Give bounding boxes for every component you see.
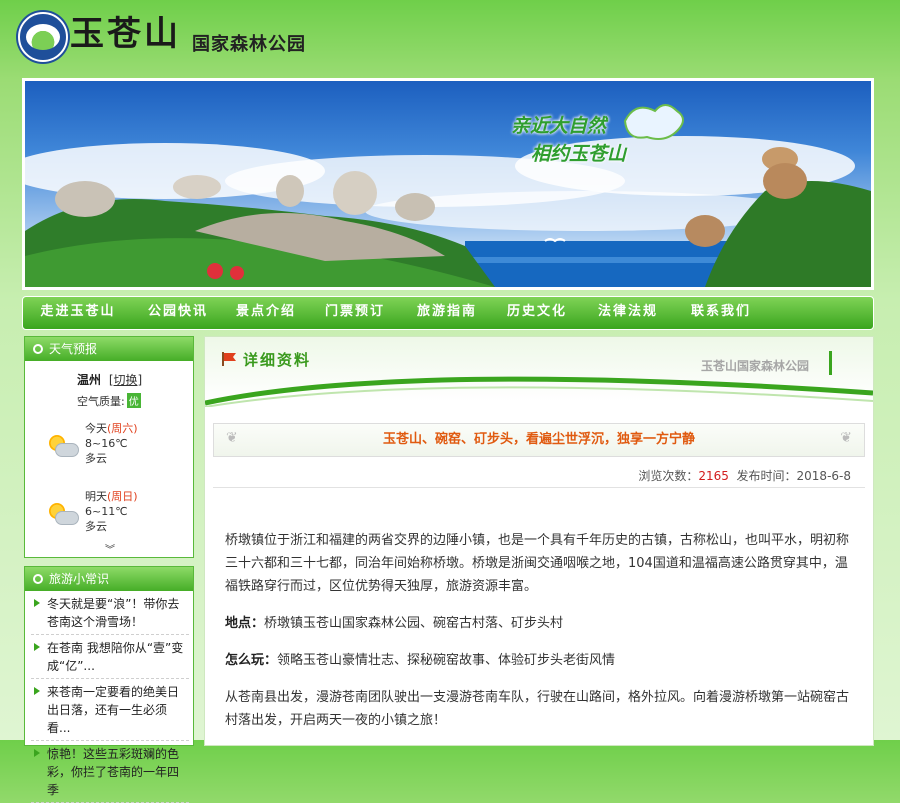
detail-panel: 详细资料 玉苍山国家森林公园 ❦ 玉苍山、碗窑、矴步头，看遍尘世浮沉，独享一方宁…: [204, 336, 874, 746]
air-quality-badge: 优: [126, 393, 141, 408]
landscape-illustration: [25, 104, 871, 287]
flag-icon: [222, 352, 236, 366]
decorative-curve: [205, 376, 873, 407]
weather-header: 天气预报: [25, 337, 193, 361]
air-quality-label: 空气质量:: [77, 395, 125, 408]
list-item[interactable]: 惊艳！这些五彩斑斓的色彩，你拦了苍南的一年四季: [31, 741, 189, 803]
paragraph-route: 从苍南县出发，漫游苍南团队驶出一支漫游苍南车队，行驶在山路间，格外拉风。向着漫游…: [225, 690, 850, 728]
arrow-right-icon: [34, 643, 40, 651]
nav-item-history[interactable]: 历史文化: [493, 296, 581, 330]
divider: [213, 487, 865, 488]
nav-item-contact[interactable]: 联系我们: [675, 296, 767, 330]
partly-cloudy-icon: [49, 503, 79, 529]
nav-item-news[interactable]: 公园快讯: [133, 296, 223, 330]
expand-chevron-icon[interactable]: ︾: [105, 541, 115, 556]
banner-slogan-1: 亲近大自然: [511, 115, 607, 137]
tips-title: 旅游小常识: [49, 572, 110, 586]
day-label: 今天: [85, 422, 107, 435]
park-logo-icon[interactable]: [18, 12, 68, 62]
day-label: 明天: [85, 490, 107, 503]
main-nav: 走进玉苍山 公园快讯 景点介绍 门票预订 旅游指南 历史文化 法律法规 联系我们: [22, 296, 874, 330]
tips-list: 冬天就是要“浪”！带你去苍南这个滑雪场！ 在苍南 我想陪你从“壹”变成“亿”..…: [25, 591, 193, 803]
paragraph-location: 地点：桥墩镇玉苍山国家森林公园、碗窑古村落、矴步头村: [225, 612, 855, 635]
site-header: 玉苍山 国家森林公园: [0, 0, 900, 78]
views-label: 浏览次数：: [638, 469, 699, 483]
weather-widget: 天气预报 温州 [切换] 空气质量: 优 今天(周六) 8~16℃ 多云 明天(周…: [24, 336, 194, 558]
headline-banner: ❦ 玉苍山、碗窑、矴步头，看遍尘世浮沉，独享一方宁静 ❦: [213, 423, 865, 457]
tip-link[interactable]: 在苍南 我想陪你从“壹”变成“亿”...: [47, 641, 183, 673]
paragraph-intro: 桥墩镇位于浙江和福建的两省交界的边陲小镇，也是一个具有千年历史的古镇，古称松山，…: [225, 533, 850, 594]
tip-link[interactable]: 惊艳！这些五彩斑斓的色彩，你拦了苍南的一年四季: [47, 747, 179, 797]
list-item[interactable]: 冬天就是要“浪”！带你去苍南这个滑雪场！: [31, 591, 189, 635]
location-value: 桥墩镇玉苍山国家森林公园、碗窑古村落、矴步头村: [264, 616, 564, 631]
publish-date: 2018-6-8: [796, 469, 851, 483]
nav-item-guide[interactable]: 旅游指南: [401, 296, 493, 330]
views-count: 2165: [698, 469, 729, 483]
day-cond: 多云: [85, 520, 107, 533]
article-headline: 玉苍山、碗窑、矴步头，看遍尘世浮沉，独享一方宁静: [382, 432, 695, 447]
weather-today: 今天(周六) 8~16℃ 多云: [85, 421, 138, 466]
weather-title: 天气预报: [49, 342, 98, 356]
ornament-right-icon: ❦: [840, 430, 852, 446]
city-name: 温州: [77, 373, 102, 387]
weather-tomorrow: 明天(周日) 6~11℃ 多云: [85, 489, 138, 534]
brand-name[interactable]: 玉苍山: [70, 14, 181, 54]
arrow-right-icon: [34, 687, 40, 695]
partly-cloudy-icon: [49, 435, 79, 461]
tip-link[interactable]: 冬天就是要“浪”！带你去苍南这个滑雪场！: [47, 597, 179, 629]
day-weekday: (周六): [107, 422, 138, 435]
day-weekday: (周日): [107, 490, 138, 503]
detail-header: 详细资料 玉苍山国家森林公园: [205, 337, 873, 407]
paragraph-howto: 怎么玩：领略玉苍山豪情壮志、探秘碗窑故事、体验矴步头老街风情: [225, 649, 855, 672]
banner-slogan-2: 相约玉苍山: [531, 143, 627, 165]
tips-header: 旅游小常识: [25, 567, 193, 591]
hero-banner: 亲近大自然 相约玉苍山: [22, 78, 874, 290]
nav-item-tickets[interactable]: 门票预订: [309, 296, 401, 330]
arrow-right-icon: [34, 749, 40, 757]
arrow-right-icon: [34, 599, 40, 607]
tip-link[interactable]: 来苍南一定要看的绝美日出日落，还有一生必须看...: [47, 685, 179, 735]
travel-tips-widget: 旅游小常识 冬天就是要“浪”！带你去苍南这个滑雪场！ 在苍南 我想陪你从“壹”变…: [24, 566, 194, 803]
nav-item-about[interactable]: 走进玉苍山: [23, 296, 133, 330]
howto-label: 怎么玩：: [225, 653, 278, 668]
article-meta: 浏览次数：2165 发布时间：2018-6-8: [638, 467, 851, 484]
day-temp: 8~16℃: [85, 437, 128, 450]
refresh-icon: [33, 344, 43, 354]
article-body: 桥墩镇位于浙江和福建的两省交界的边陲小镇，也是一个具有千年历史的古镇，古称松山，…: [225, 529, 855, 745]
switch-city-link[interactable]: [切换]: [109, 373, 142, 387]
location-label: 地点：: [225, 616, 265, 631]
refresh-icon: [33, 574, 43, 584]
nav-item-attractions[interactable]: 景点介绍: [223, 296, 309, 330]
nav-item-law[interactable]: 法律法规: [581, 296, 675, 330]
air-quality: 空气质量: 优: [77, 393, 141, 409]
howto-value: 领略玉苍山豪情壮志、探秘碗窑故事、体验矴步头老街风情: [277, 653, 616, 668]
list-item[interactable]: 来苍南一定要看的绝美日出日落，还有一生必须看...: [31, 679, 189, 741]
list-item[interactable]: 在苍南 我想陪你从“壹”变成“亿”...: [31, 635, 189, 679]
day-temp: 6~11℃: [85, 505, 128, 518]
date-label: 发布时间：: [736, 469, 797, 483]
city-row: 温州 [切换]: [77, 371, 142, 388]
day-cond: 多云: [85, 452, 107, 465]
brand-subtitle: 国家森林公园: [192, 34, 306, 55]
